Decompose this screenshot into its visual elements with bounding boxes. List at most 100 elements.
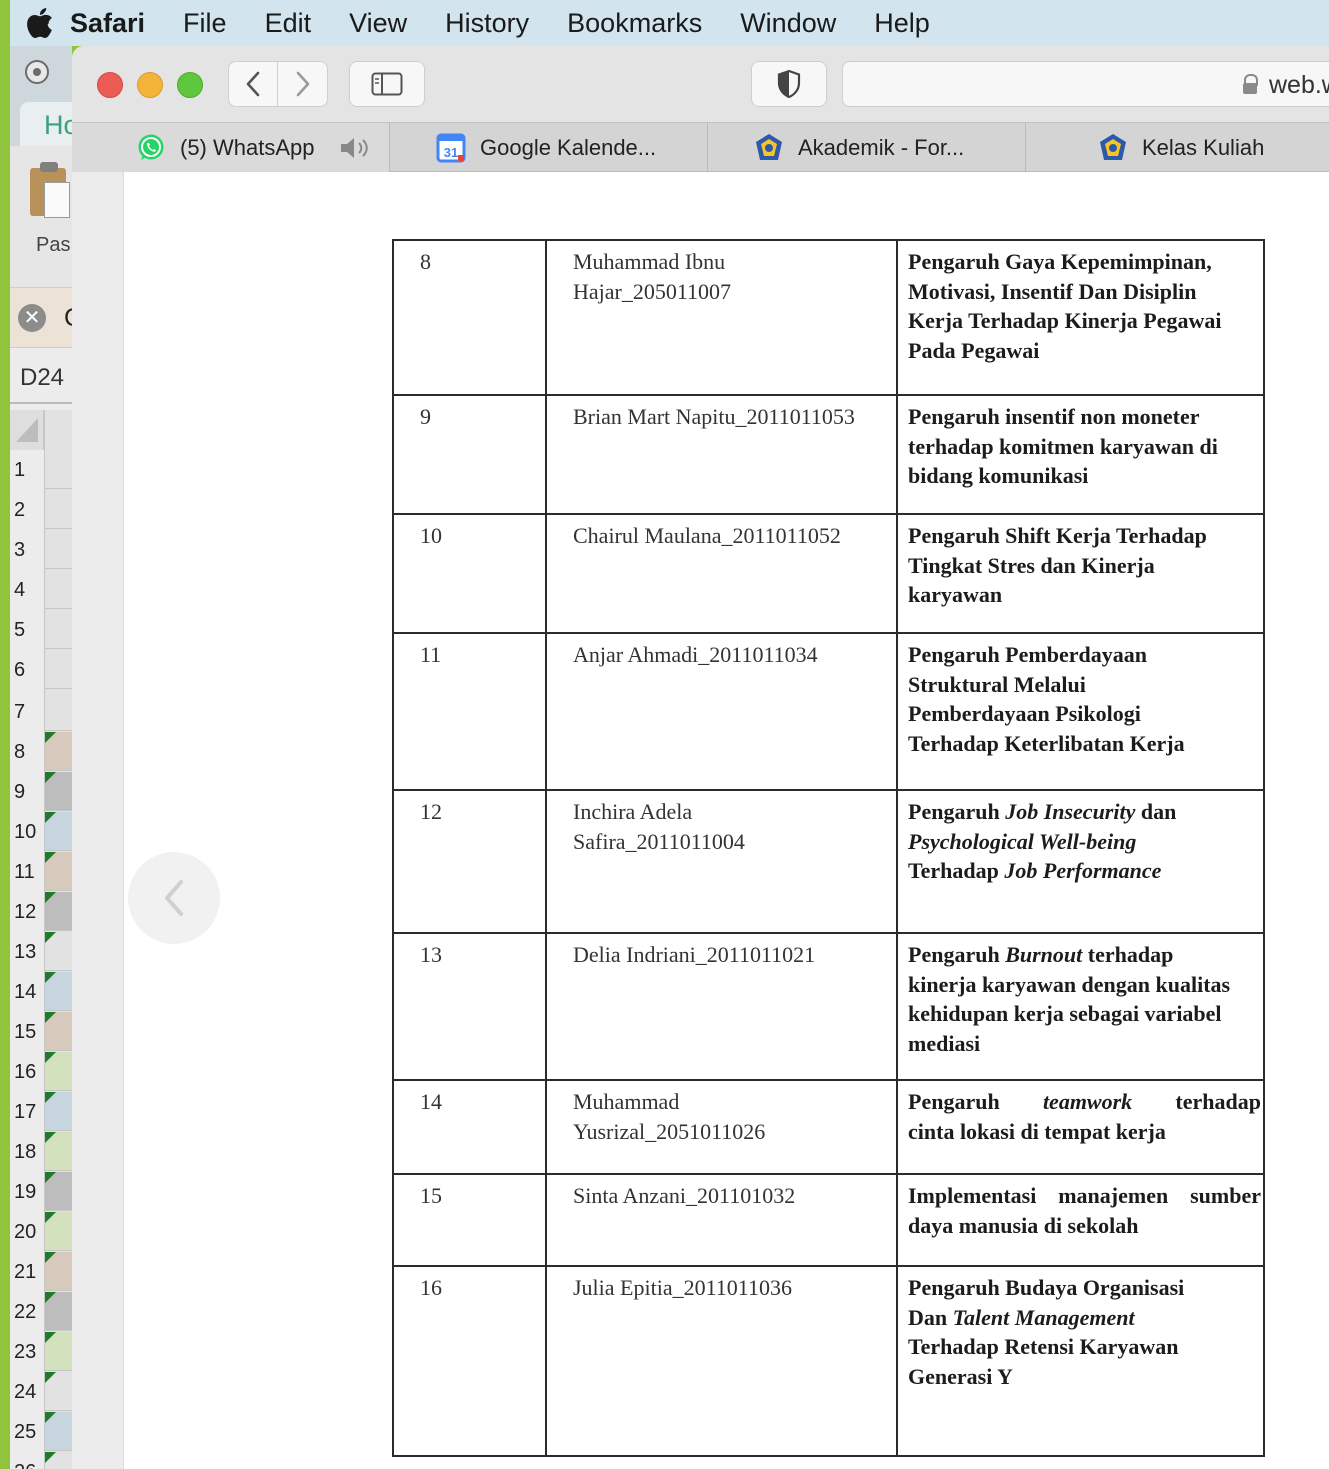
sidebar-toggle-button[interactable] xyxy=(349,61,425,107)
row-header[interactable]: 15 xyxy=(10,1012,44,1052)
close-window-button[interactable] xyxy=(97,72,123,98)
cell[interactable] xyxy=(45,1332,72,1371)
thesis-title-cell: Pengaruh Gaya Kepemimpinan, Motivasi, Ins… xyxy=(896,239,1265,396)
tab-bar: (5) WhatsApp 31 Google Kalende... Akadem… xyxy=(72,122,1329,172)
menu-window[interactable]: Window xyxy=(740,8,836,39)
cell[interactable] xyxy=(45,1012,72,1051)
minimize-window-button[interactable] xyxy=(137,72,163,98)
apple-icon[interactable] xyxy=(10,0,70,46)
cell[interactable] xyxy=(45,650,72,689)
menu-app-name[interactable]: Safari xyxy=(70,8,145,39)
cell[interactable] xyxy=(45,1172,72,1211)
cell[interactable] xyxy=(45,1092,72,1131)
row-header[interactable]: 8 xyxy=(10,732,44,772)
row-header[interactable]: 22 xyxy=(10,1292,44,1332)
row-header[interactable]: 26 xyxy=(10,1452,44,1469)
tab-google-calendar[interactable]: 31 Google Kalende... xyxy=(390,123,708,172)
table-row: 12 Inchira Adela Safira_2011011004 Pengaruh… xyxy=(392,789,1265,934)
thesis-title-line: kehidupan kerja sebagai variabel xyxy=(908,1001,1222,1026)
screen: Safari File Edit View History Bookmarks … xyxy=(0,0,1329,1469)
excel-window-background: Ho Pas ✕ C D24 1234567891011121314151617… xyxy=(10,46,72,1469)
name-box[interactable]: D24 xyxy=(20,364,64,392)
tab-whatsapp-label: (5) WhatsApp xyxy=(180,134,315,160)
tab-kelas-kuliah[interactable]: Kelas Kuliah xyxy=(1026,123,1329,172)
cell[interactable] xyxy=(45,692,72,731)
row-header[interactable]: 6 xyxy=(10,650,44,690)
row-header[interactable]: 9 xyxy=(10,772,44,812)
row-header[interactable]: 23 xyxy=(10,1332,44,1372)
row-header[interactable]: 16 xyxy=(10,1052,44,1092)
cell[interactable] xyxy=(45,1372,72,1411)
cell[interactable] xyxy=(45,1132,72,1171)
row-header[interactable]: 11 xyxy=(10,852,44,892)
cell[interactable] xyxy=(45,530,72,569)
cell[interactable] xyxy=(45,1452,72,1469)
thesis-title-cell: Pengaruh Job Insecurity dan Psychological… xyxy=(896,789,1265,934)
menu-history[interactable]: History xyxy=(445,8,529,39)
row-header[interactable]: 10 xyxy=(10,812,44,852)
row-header[interactable]: 1 xyxy=(10,450,44,490)
cell[interactable] xyxy=(45,450,72,489)
row-header[interactable]: 4 xyxy=(10,570,44,610)
excel-home-tab[interactable]: Ho xyxy=(20,102,72,146)
excel-record-icon[interactable] xyxy=(25,60,49,84)
row-header[interactable]: 13 xyxy=(10,932,44,972)
menu-bookmarks[interactable]: Bookmarks xyxy=(567,8,702,39)
cell[interactable] xyxy=(45,852,72,891)
select-all-corner[interactable] xyxy=(10,410,44,450)
speaker-icon[interactable] xyxy=(339,136,373,160)
privacy-report-button[interactable] xyxy=(751,61,827,107)
back-button[interactable] xyxy=(228,61,278,107)
row-header[interactable]: 3 xyxy=(10,530,44,570)
row-header[interactable]: 17 xyxy=(10,1092,44,1132)
cell[interactable] xyxy=(45,1292,72,1331)
menu-view[interactable]: View xyxy=(349,8,407,39)
cell[interactable] xyxy=(45,1212,72,1251)
cell[interactable] xyxy=(45,812,72,851)
row-header[interactable]: 21 xyxy=(10,1252,44,1292)
lock-icon xyxy=(1243,74,1258,94)
row-header[interactable]: 14 xyxy=(10,972,44,1012)
cell[interactable] xyxy=(45,772,72,811)
thesis-title-line: mediasi xyxy=(908,1030,981,1056)
row-header[interactable]: 24 xyxy=(10,1372,44,1412)
row-header[interactable]: 5 xyxy=(10,610,44,650)
svg-text:31: 31 xyxy=(444,145,458,160)
row-header[interactable]: 25 xyxy=(10,1412,44,1452)
forward-button[interactable] xyxy=(278,61,328,107)
thesis-title-line: daya manusia di sekolah xyxy=(908,1212,1139,1238)
tab-akademik[interactable]: Akademik - For... xyxy=(708,123,1026,172)
cell[interactable] xyxy=(45,1052,72,1091)
close-circle-icon[interactable]: ✕ xyxy=(18,304,46,332)
tab-whatsapp[interactable]: (5) WhatsApp xyxy=(72,123,390,172)
cell[interactable] xyxy=(45,490,72,529)
address-bar[interactable]: web.w xyxy=(842,61,1329,107)
cell[interactable] xyxy=(45,932,72,971)
row-header[interactable]: 20 xyxy=(10,1212,44,1252)
menu-edit[interactable]: Edit xyxy=(265,8,312,39)
zoom-window-button[interactable] xyxy=(177,72,203,98)
previous-page-button[interactable] xyxy=(128,852,220,944)
cell-comment-marker xyxy=(45,1012,56,1023)
row-header[interactable]: 18 xyxy=(10,1132,44,1172)
row-header[interactable]: 2 xyxy=(10,490,44,530)
thesis-title-line: Dan Talent Management xyxy=(908,1304,1135,1330)
thesis-title-line: Generasi Y xyxy=(908,1363,1013,1389)
cell[interactable] xyxy=(45,1412,72,1451)
cell[interactable] xyxy=(45,570,72,609)
cell[interactable] xyxy=(45,610,72,649)
row-header[interactable]: 19 xyxy=(10,1172,44,1212)
clipboard-paste-icon[interactable] xyxy=(30,162,70,218)
cell[interactable] xyxy=(45,972,72,1011)
table-row: 11 Anjar Ahmadi_2011011034 Pengaruh Pember… xyxy=(392,632,1265,791)
cell-comment-marker xyxy=(45,1372,56,1383)
menu-help[interactable]: Help xyxy=(874,8,930,39)
cell[interactable] xyxy=(45,1252,72,1291)
cell[interactable] xyxy=(45,892,72,931)
cell-comment-marker xyxy=(45,892,56,903)
cell[interactable] xyxy=(45,732,72,771)
row-header[interactable]: 12 xyxy=(10,892,44,932)
menu-file[interactable]: File xyxy=(183,8,227,39)
cell-comment-marker xyxy=(45,732,56,743)
row-header[interactable]: 7 xyxy=(10,692,44,732)
